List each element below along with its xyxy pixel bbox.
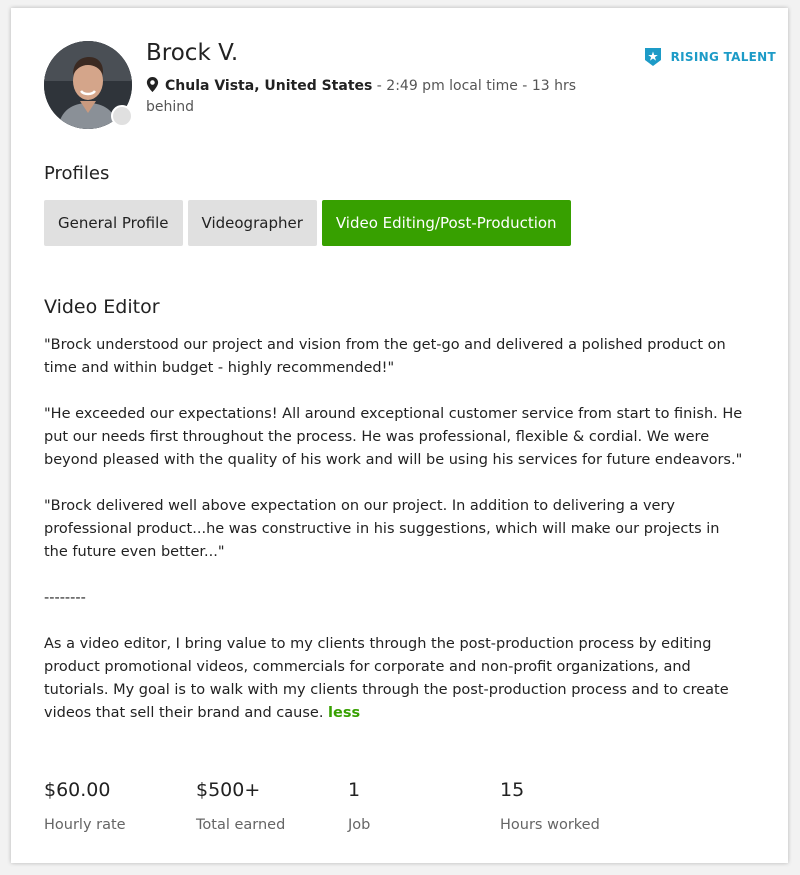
overview-paragraph-last: As a video editor, I bring value to my c… (44, 633, 744, 725)
show-less-link[interactable]: less (328, 705, 360, 721)
stats-row: $60.00 Hourly rate $500+ Total earned 1 … (44, 779, 652, 833)
tab-videographer[interactable]: Videographer (187, 200, 317, 246)
stat-label: Hours worked (500, 817, 600, 833)
rising-talent-badge: RISING TALENT (644, 48, 776, 66)
freelancer-card: Brock V. Chula Vista, United States - 2:… (11, 8, 788, 863)
rising-talent-icon (644, 48, 661, 66)
profiles-heading: Profiles (44, 163, 110, 184)
tab-general-profile[interactable]: General Profile (44, 200, 183, 246)
profile-tabs: General Profile Videographer Video Editi… (44, 200, 571, 246)
overview-paragraph: "Brock understood our project and vision… (44, 337, 726, 376)
overview-divider: -------- (44, 590, 86, 606)
overview-paragraph: "Brock delivered well above expectation … (44, 498, 720, 560)
stat-label: Job (348, 817, 371, 833)
tab-video-editing[interactable]: Video Editing/Post-Production (321, 200, 571, 246)
profile-title: Video Editor (44, 296, 160, 318)
location-city: Chula Vista, United States (165, 78, 373, 94)
overview-paragraph: "He exceeded our expectations! All aroun… (44, 406, 743, 468)
rising-talent-label: RISING TALENT (670, 50, 776, 64)
location-line: Chula Vista, United States - 2:49 pm loc… (146, 76, 606, 118)
stat-jobs: 1 Job (348, 779, 500, 833)
location-pin-icon (146, 77, 159, 92)
stat-value: 1 (348, 779, 361, 801)
stat-hours-worked: 15 Hours worked (500, 779, 652, 833)
stat-label: Total earned (196, 817, 286, 833)
stat-total-earned: $500+ Total earned (196, 779, 348, 833)
stat-value: $500+ (196, 779, 261, 801)
stat-hourly-rate: $60.00 Hourly rate (44, 779, 196, 833)
stat-value: 15 (500, 779, 525, 801)
overview-paragraph: As a video editor, I bring value to my c… (44, 636, 729, 721)
profile-overview: "Brock understood our project and vision… (44, 334, 744, 725)
online-status-indicator (111, 105, 133, 127)
stat-label: Hourly rate (44, 817, 126, 833)
freelancer-name: Brock V. (146, 40, 239, 66)
stat-value: $60.00 (44, 779, 111, 801)
